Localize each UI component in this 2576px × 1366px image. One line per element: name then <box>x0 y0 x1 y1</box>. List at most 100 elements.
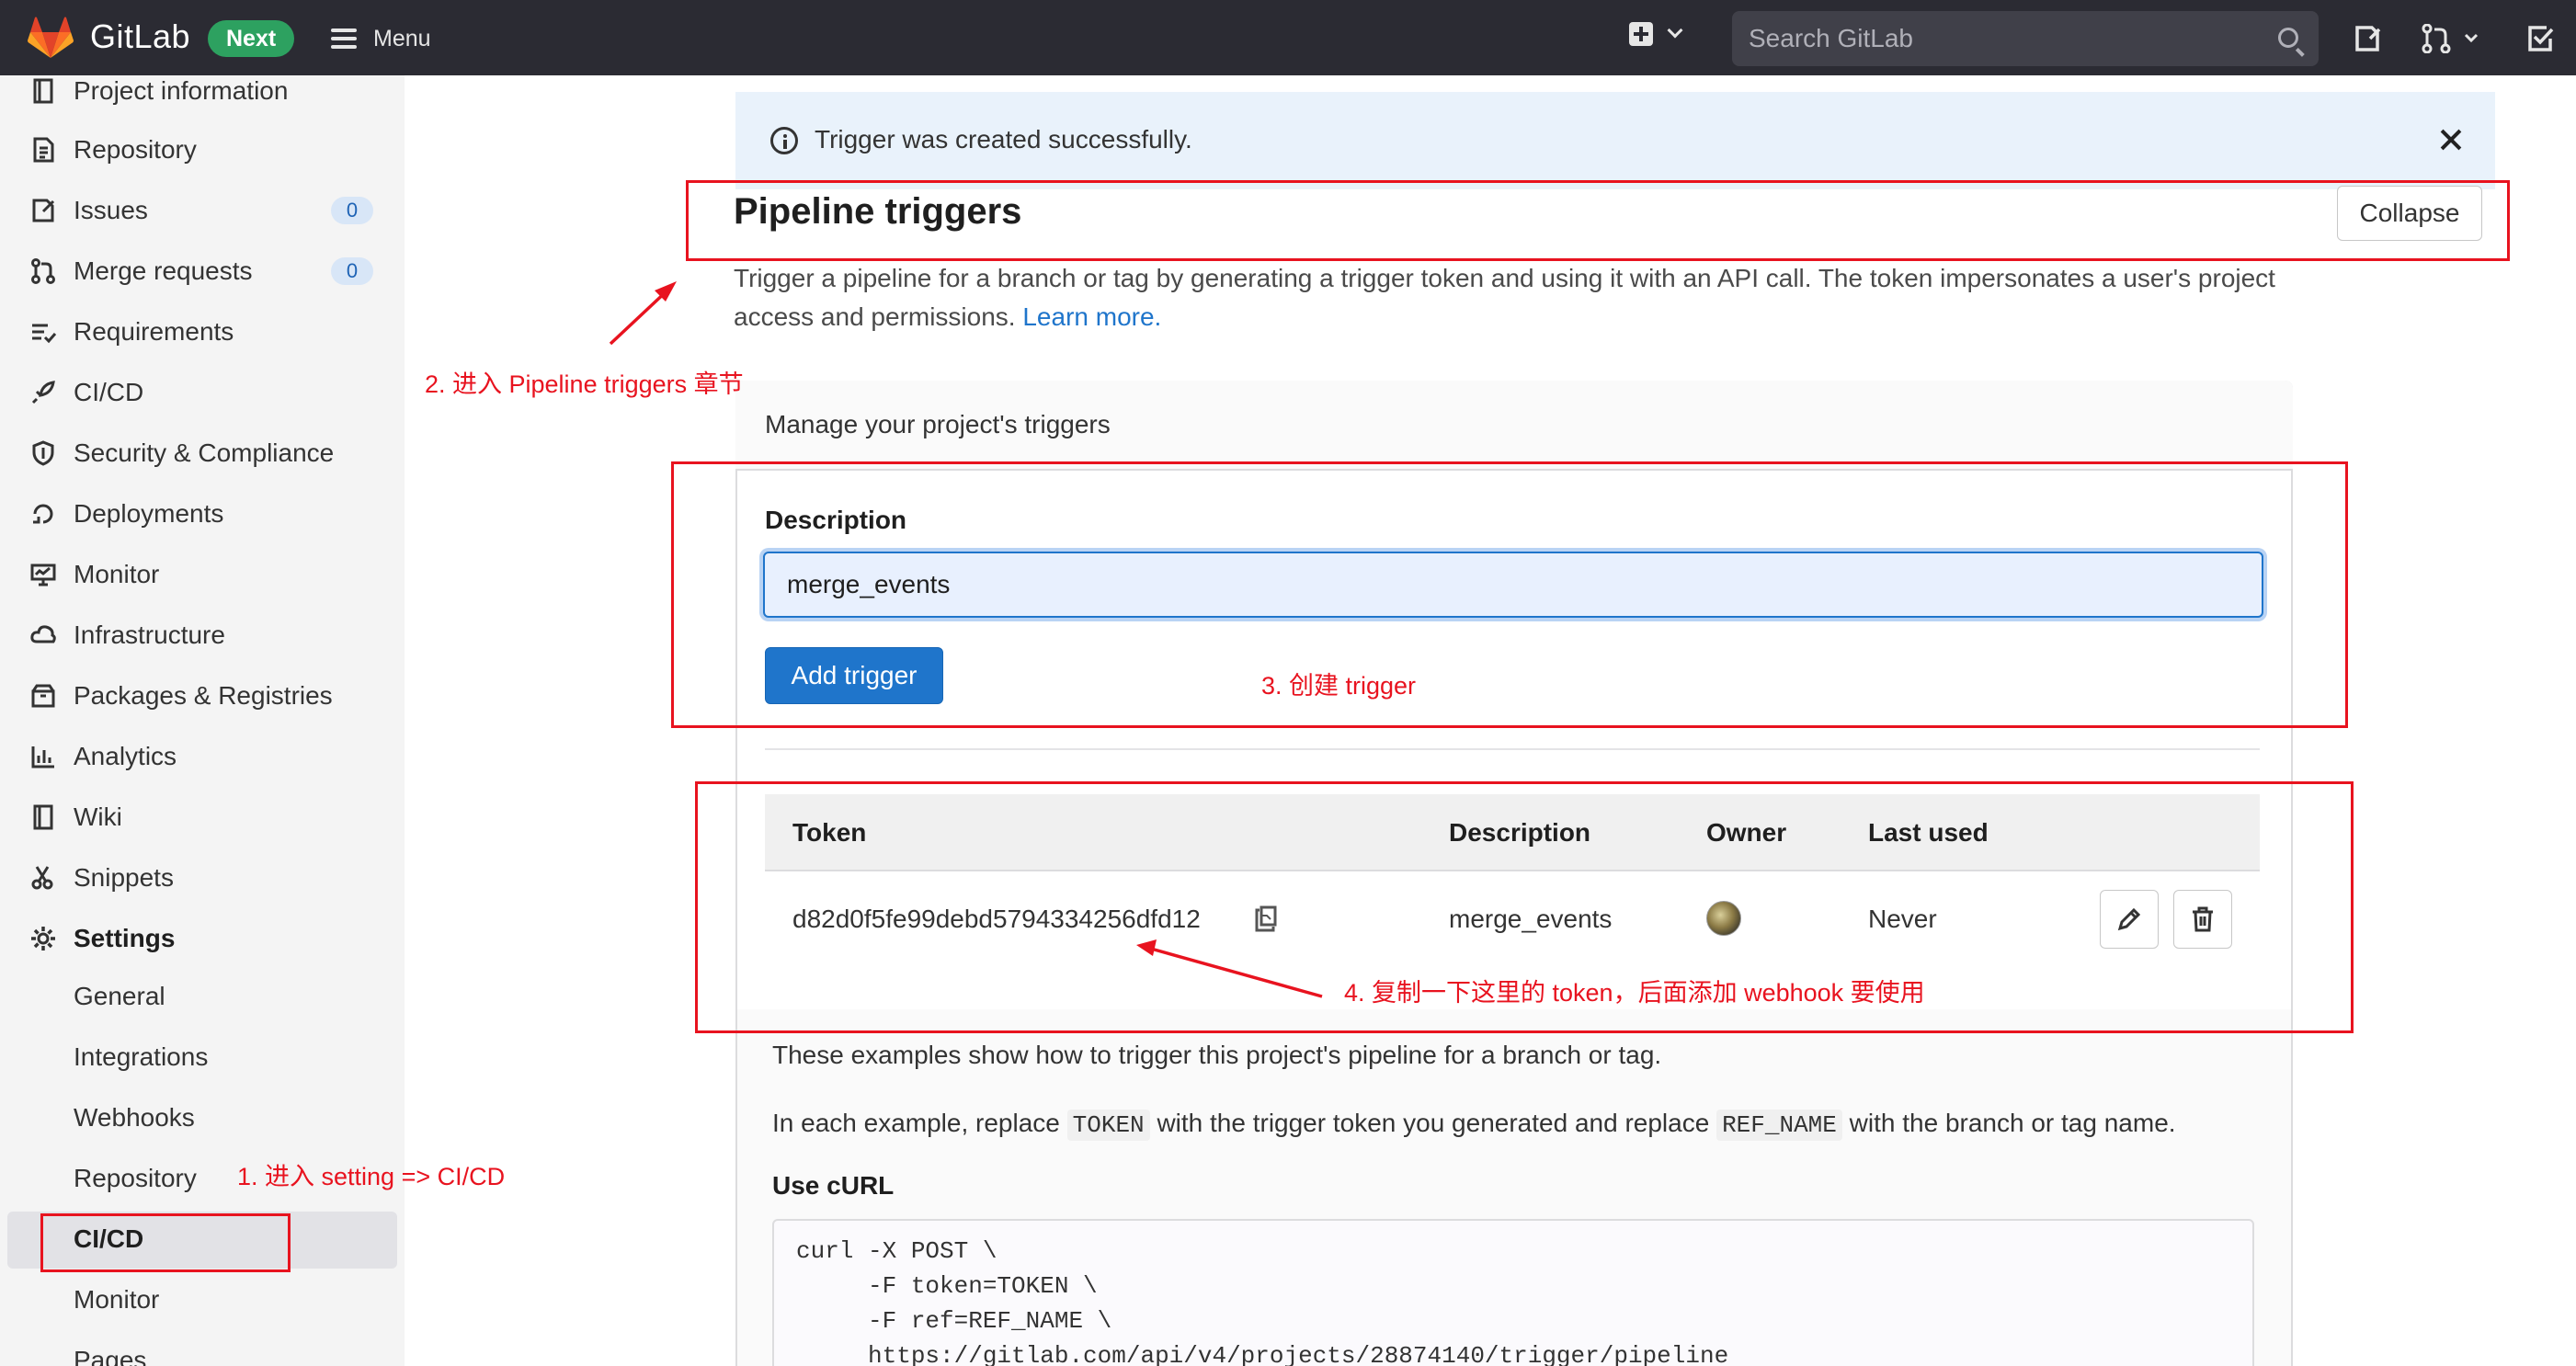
hamburger-icon <box>331 28 357 49</box>
issues-nav-button[interactable] <box>2354 24 2381 53</box>
sidebar-item-infrastructure[interactable]: Infrastructure <box>0 609 405 662</box>
top-navbar: GitLab Next Menu <box>0 0 2576 75</box>
token-code: TOKEN <box>1066 1110 1150 1141</box>
menu-button[interactable]: Menu <box>331 20 431 57</box>
todo-icon <box>2528 26 2554 51</box>
arrow-step2 <box>609 281 677 346</box>
sidebar-item-monitor[interactable]: Monitor <box>0 548 405 601</box>
gear-icon <box>31 927 55 951</box>
sidebar-item-snippets[interactable]: Snippets <box>0 851 405 905</box>
sidebar-item-wiki[interactable]: Wiki <box>0 791 405 844</box>
sidebar-item-label: Repository <box>74 135 197 164</box>
sidebar-item-settings[interactable]: Settings <box>0 912 405 965</box>
merge-request-icon <box>31 258 55 284</box>
analytics-icon <box>31 746 54 768</box>
search-box <box>1732 11 2319 66</box>
project-icon <box>33 78 53 104</box>
sidebar-item-label: Analytics <box>74 742 177 770</box>
sidebar-item-label: Packages & Registries <box>74 681 333 710</box>
scissors-icon <box>31 866 53 890</box>
sidebar-subitem-pages[interactable]: Pages <box>74 1346 146 1366</box>
code-line: -F ref=REF_NAME \ <box>796 1307 1112 1335</box>
sidebar-item-label: Wiki <box>74 803 122 831</box>
new-dropdown-button[interactable] <box>1629 22 1683 46</box>
code-line: curl -X POST \ <box>796 1237 997 1265</box>
divider <box>765 748 2260 750</box>
annotation-step4: 4. 复制一下这里的 token，后面添加 webhook 要使用 <box>1344 979 1925 1007</box>
instructions-middle: with the trigger token you generated and… <box>1157 1109 1710 1137</box>
search-input[interactable] <box>1732 11 2319 66</box>
merge-requests-count-badge: 0 <box>331 257 373 285</box>
card-header-title: Manage your project's triggers <box>765 410 1111 438</box>
sidebar-item-project-information[interactable]: Project information <box>0 75 405 118</box>
sidebar-subitem-repository[interactable]: Repository <box>74 1164 197 1193</box>
sidebar-item-security[interactable]: Security & Compliance <box>0 427 405 480</box>
section-description: Trigger a pipeline for a branch or tag b… <box>734 259 2297 336</box>
deployments-icon <box>33 504 53 524</box>
sidebar-item-label: Project information <box>74 76 289 105</box>
chevron-down-icon <box>1667 22 1683 39</box>
sidebar-subitem-integrations[interactable]: Integrations <box>74 1042 208 1072</box>
merge-requests-nav-button[interactable] <box>2422 24 2486 53</box>
gitlab-logo-icon[interactable] <box>28 17 74 59</box>
doc-icon <box>33 137 54 163</box>
sidebar-item-merge-requests[interactable]: Merge requests 0 <box>0 245 405 298</box>
requirements-icon <box>32 324 57 344</box>
todo-nav-button[interactable] <box>2526 24 2554 53</box>
sidebar-item-label: Merge requests <box>74 256 253 285</box>
code-line: https://gitlab.com/api/v4/projects/28874… <box>796 1342 1729 1366</box>
search-icon <box>2278 28 2298 48</box>
sidebar-item-deployments[interactable]: Deployments <box>0 487 405 541</box>
sidebar-item-label: Issues <box>74 196 148 224</box>
annotation-step3: 3. 创建 trigger <box>1261 672 1417 700</box>
book-icon <box>33 804 53 830</box>
next-badge[interactable]: Next <box>208 20 295 57</box>
issues-icon <box>32 199 55 222</box>
sidebar-subitem-monitor[interactable]: Monitor <box>74 1285 159 1315</box>
sidebar-item-label: Requirements <box>74 317 234 346</box>
sidebar-item-label: Snippets <box>74 863 174 892</box>
sidebar-item-label: Infrastructure <box>74 620 225 649</box>
curl-example-title: Use cURL <box>772 1171 895 1200</box>
sidebar-item-analytics[interactable]: Analytics <box>0 730 405 783</box>
examples-intro: These examples show how to trigger this … <box>772 1041 1662 1069</box>
sidebar-subitem-general[interactable]: General <box>74 982 165 1011</box>
shield-icon <box>32 440 54 466</box>
sidebar-item-label: Settings <box>74 924 176 952</box>
sidebar-item-issues[interactable]: Issues 0 <box>0 184 405 237</box>
sidebar-item-label: Monitor <box>74 560 160 588</box>
sidebar-item-requirements[interactable]: Requirements <box>0 305 405 359</box>
instructions-suffix: with the branch or tag name. <box>1849 1109 2176 1137</box>
learn-more-link[interactable]: Learn more. <box>1022 302 1161 331</box>
sidebar-item-packages[interactable]: Packages & Registries <box>0 669 405 723</box>
sidebar-item-label: CI/CD <box>74 378 144 406</box>
annotation-box-add-trigger <box>671 461 2348 728</box>
sidebar-subitem-webhooks[interactable]: Webhooks <box>74 1103 195 1133</box>
package-icon <box>31 684 55 708</box>
annotation-box-pipeline-triggers <box>686 180 2510 261</box>
sidebar-item-label: Deployments <box>74 499 224 528</box>
sidebar-item-label: Security & Compliance <box>74 438 335 467</box>
annotation-box-ci-cd <box>40 1213 291 1272</box>
plus-icon <box>1629 22 1653 46</box>
annotation-step1: 1. 进入 setting => CI/CD <box>237 1163 506 1190</box>
cloud-icon <box>30 625 56 643</box>
merge-request-icon <box>2422 24 2479 53</box>
examples-instructions: In each example, replace TOKEN with the … <box>772 1109 2176 1141</box>
rocket-icon <box>31 381 55 404</box>
monitor-icon <box>30 563 56 586</box>
sidebar-item-ci-cd[interactable]: CI/CD <box>0 366 405 419</box>
issues-count-badge: 0 <box>331 197 373 224</box>
menu-label: Menu <box>373 25 431 51</box>
brand-name[interactable]: GitLab <box>90 17 190 56</box>
section-description-text: Trigger a pipeline for a branch or tag b… <box>734 264 2275 331</box>
sidebar-item-repository[interactable]: Repository <box>0 123 405 176</box>
issues-icon <box>2355 26 2381 51</box>
close-icon[interactable] <box>2436 125 2466 154</box>
instructions-prefix: In each example, replace <box>772 1109 1060 1137</box>
annotation-step2: 2. 进入 Pipeline triggers 章节 <box>425 370 744 398</box>
alert-message: Trigger was created successfully. <box>815 125 1192 154</box>
code-line: -F token=TOKEN \ <box>796 1272 1098 1300</box>
ref-name-code: REF_NAME <box>1716 1110 1842 1141</box>
info-icon <box>770 127 798 154</box>
